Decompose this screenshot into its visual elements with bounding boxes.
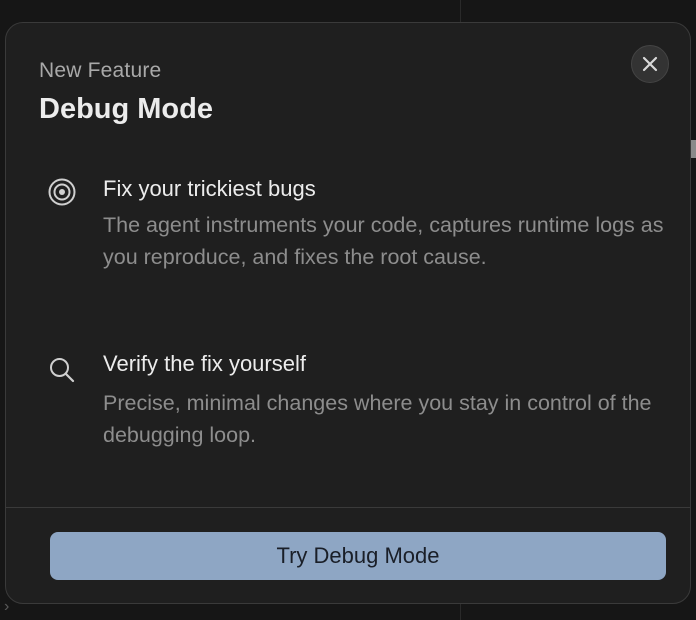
close-button[interactable] [631,45,669,83]
feature-announcement-modal: New Feature Debug Mode Fix your trickies… [5,22,691,604]
target-icon [46,176,78,208]
feature-title: Verify the fix yourself [103,351,306,376]
background-edge-mark [691,140,696,158]
background-chevron-right-icon: › [4,598,10,615]
feature-description: The agent instruments your code, capture… [103,213,664,269]
footer-divider [6,507,690,508]
feature-title: Fix your trickiest bugs [103,176,316,201]
modal-eyebrow: New Feature [39,59,162,82]
feature-description: Precise, minimal changes where you stay … [103,391,652,447]
try-debug-mode-button[interactable]: Try Debug Mode [50,532,666,580]
close-icon [642,56,658,72]
modal-title: Debug Mode [39,93,213,125]
search-icon [46,354,78,386]
